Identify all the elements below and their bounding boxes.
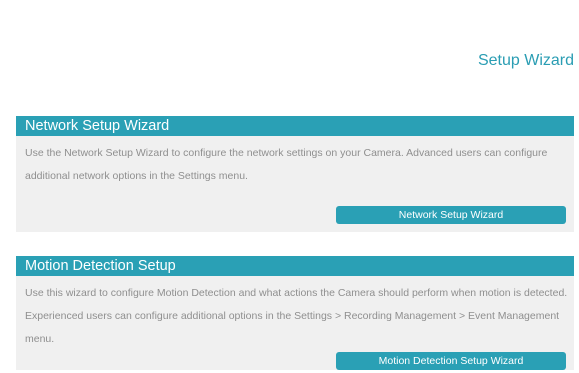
motion-detection-header: Motion Detection Setup bbox=[16, 256, 574, 276]
network-setup-header: Network Setup Wizard bbox=[16, 116, 574, 136]
motion-detection-wizard-button[interactable]: Motion Detection Setup Wizard bbox=[336, 352, 566, 370]
page-title: Setup Wizard bbox=[477, 52, 574, 69]
network-setup-description: Use the Network Setup Wizard to configur… bbox=[25, 147, 548, 182]
motion-detection-description: Use this wizard to configure Motion Dete… bbox=[25, 287, 568, 345]
network-setup-panel: Network Setup Wizard Use the Network Set… bbox=[16, 116, 574, 232]
motion-detection-panel: Motion Detection Setup Use this wizard t… bbox=[16, 256, 574, 370]
network-setup-wizard-button[interactable]: Network Setup Wizard bbox=[336, 206, 566, 224]
